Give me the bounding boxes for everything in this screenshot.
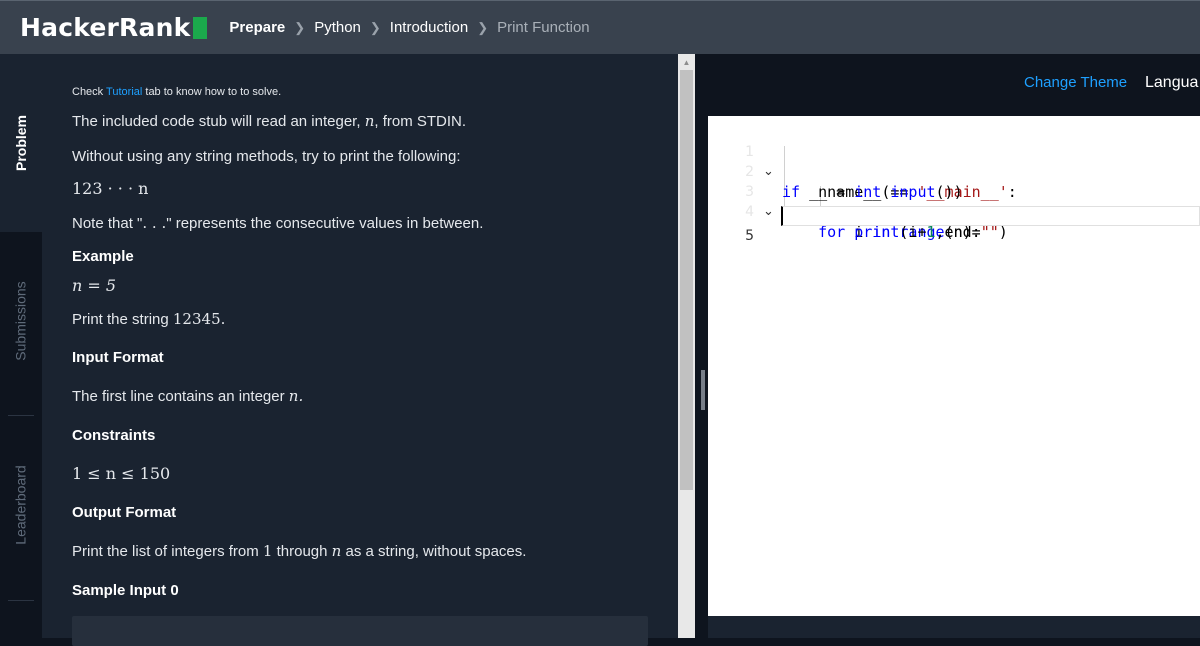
code-line[interactable]: 3 ⌄ for i in range(n): xyxy=(708,162,1200,241)
problem-scrollbar[interactable]: ▲ xyxy=(678,54,695,638)
hint-text: tab to know how to to solve. xyxy=(142,86,282,98)
text: Print the string xyxy=(72,311,173,328)
description-line: The included code stub will read an inte… xyxy=(72,112,466,130)
text: The first line contains an integer xyxy=(72,388,289,405)
code-line[interactable]: 5 xyxy=(708,206,1200,244)
breadcrumb-print-function: Print Function xyxy=(497,19,590,36)
tab-leaderboard-label: Leaderboard xyxy=(13,465,29,545)
problem-panel: Check Tutorial tab to know how to to sol… xyxy=(42,54,678,646)
math-dots: . . . xyxy=(142,214,167,232)
scroll-up-arrow-icon[interactable]: ▲ xyxy=(678,54,695,70)
sample-input-heading: Sample Input 0 xyxy=(72,582,179,599)
text: " represents the consecutive values in b… xyxy=(166,215,484,232)
text: as a string, without spaces. xyxy=(341,543,527,560)
top-nav: HackerRank Prepare ❯ Python ❯ Introducti… xyxy=(0,0,1200,54)
tab-problem-label: Problem xyxy=(13,114,30,172)
formula: 123 · · · n xyxy=(72,179,149,198)
input-format-text: The first line contains an integer n. xyxy=(72,387,303,405)
code-line[interactable]: 1 ⌄ if __name__ == '__main__': xyxy=(708,122,1200,201)
scroll-thumb[interactable] xyxy=(680,70,693,490)
note-line: Note that ". . ." represents the consecu… xyxy=(72,214,483,232)
math-var: n xyxy=(331,542,342,560)
math-var: n. xyxy=(288,387,304,405)
constraint: 1 ≤ n ≤ 150 xyxy=(72,464,171,483)
description-line: Without using any string methods, try to… xyxy=(72,148,461,165)
input-format-heading: Input Format xyxy=(72,349,164,366)
example-equation: n = 5 xyxy=(72,276,117,295)
math-value: 12345. xyxy=(172,310,226,328)
constraints-heading: Constraints xyxy=(72,427,156,444)
editor-toolbar: Change Theme Langua xyxy=(705,54,1200,114)
logo-mark xyxy=(193,16,208,39)
tab-submissions[interactable]: Submissions xyxy=(0,232,42,410)
tab-problem[interactable]: Problem xyxy=(0,54,42,232)
tutorial-hint: Check Tutorial tab to know how to to sol… xyxy=(72,86,281,98)
breadcrumb-prepare[interactable]: Prepare xyxy=(229,19,285,36)
example-print-line: Print the string 12345. xyxy=(72,310,225,328)
tab-submissions-label: Submissions xyxy=(13,281,29,361)
chevron-right-icon: ❯ xyxy=(294,19,306,35)
hint-text: Check xyxy=(72,86,107,98)
hackerrank-logo[interactable]: HackerRank xyxy=(20,13,208,42)
code-line[interactable]: 2 n = int(input()) xyxy=(708,142,1200,201)
language-select[interactable]: Langua xyxy=(1145,74,1198,92)
chevron-right-icon: ❯ xyxy=(477,19,489,35)
output-format-heading: Output Format xyxy=(72,504,177,521)
editor-panel: Change Theme Langua 1 ⌄ if __name__ == '… xyxy=(705,54,1200,638)
panel-splitter[interactable] xyxy=(695,54,705,638)
text: Note that " xyxy=(72,215,143,232)
code-line[interactable]: 4 print(i+1,end="") xyxy=(708,182,1200,241)
text: The included code stub will read an inte… xyxy=(72,113,365,130)
logo-text: HackerRank xyxy=(20,13,191,42)
code-editor[interactable]: 1 ⌄ if __name__ == '__main__': 2 n = int… xyxy=(708,116,1200,616)
sample-input-box xyxy=(72,616,648,646)
breadcrumb: Prepare ❯ Python ❯ Introduction ❯ Print … xyxy=(229,19,589,36)
chevron-right-icon: ❯ xyxy=(369,19,381,35)
line-number: 5 xyxy=(745,228,754,244)
editor-footer xyxy=(708,616,1200,638)
breadcrumb-python[interactable]: Python xyxy=(314,19,361,36)
tab-leaderboard[interactable]: Leaderboard xyxy=(0,416,42,594)
text: through xyxy=(272,543,332,560)
math-var: n xyxy=(364,112,375,130)
text: , from STDIN. xyxy=(374,113,467,130)
breadcrumb-introduction[interactable]: Introduction xyxy=(390,19,468,36)
change-theme-link[interactable]: Change Theme xyxy=(1024,74,1127,91)
side-tab-bar: Problem Submissions Leaderboard xyxy=(0,54,42,638)
example-heading: Example xyxy=(72,248,134,265)
tutorial-link[interactable]: Tutorial xyxy=(106,86,142,98)
output-format-text: Print the list of integers from 1 throug… xyxy=(72,542,526,560)
text: Print the list of integers from xyxy=(72,543,263,560)
tab-divider xyxy=(8,600,34,601)
